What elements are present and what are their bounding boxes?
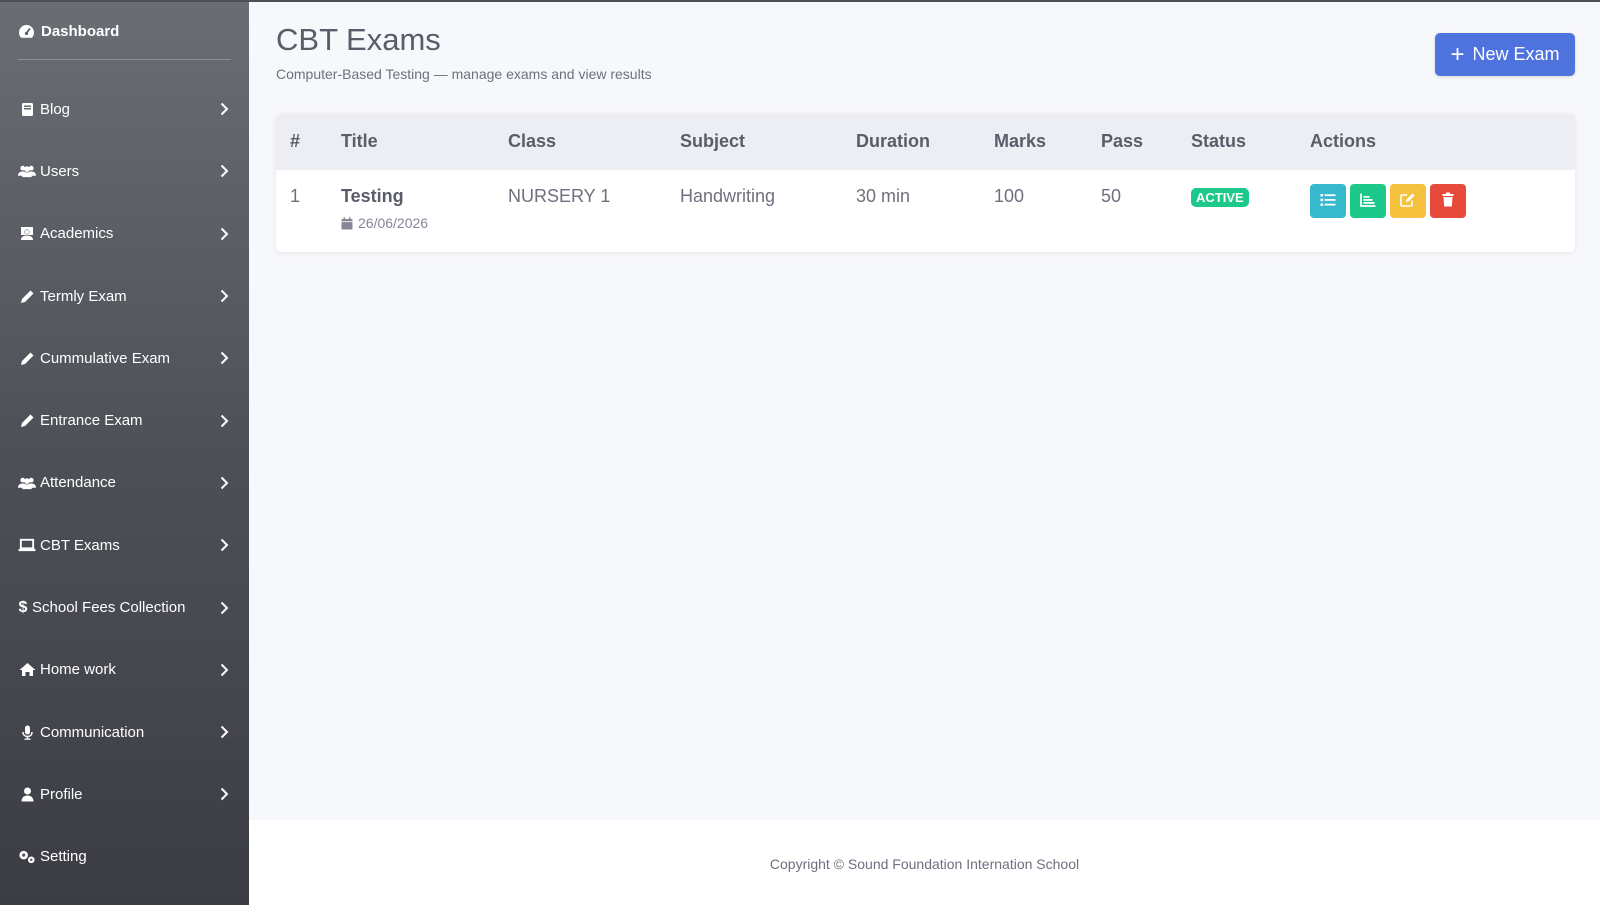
chevron-right-icon <box>220 476 229 490</box>
pencil-icon <box>18 351 36 366</box>
view-questions-button[interactable] <box>1310 184 1346 218</box>
sidebar-item-blog[interactable]: Blog <box>0 78 249 140</box>
plus-icon: + <box>1450 40 1465 68</box>
chevron-right-icon <box>220 787 229 801</box>
chevron-right-icon <box>220 227 229 241</box>
calendar-icon <box>341 216 353 230</box>
sidebar-item-label: Cummulative Exam <box>40 349 171 367</box>
dollar-icon: $ <box>18 598 28 616</box>
dashboard-icon <box>18 24 35 39</box>
home-icon <box>18 662 36 677</box>
sidebar-item-label: Academics <box>40 225 114 243</box>
footer: Copyright © Sound Foundation Internation… <box>249 820 1600 905</box>
chevron-right-icon <box>220 164 229 178</box>
book-icon <box>18 102 36 117</box>
chevron-right-icon <box>220 663 229 677</box>
new-exam-button-label: New Exam <box>1472 44 1560 64</box>
row-actions <box>1310 184 1466 218</box>
user-icon <box>18 787 36 802</box>
sidebar-item-profile[interactable]: Profile <box>0 763 249 825</box>
sidebar-item-label: School Fees Collection <box>32 599 186 617</box>
sidebar-item-school-fees-collection[interactable]: $ School Fees Collection <box>0 576 249 638</box>
sidebar-item-cbt-exams[interactable]: CBT Exams <box>0 514 249 576</box>
sidebar-item-label: Profile <box>40 785 83 803</box>
page-title: CBT Exams <box>276 22 441 57</box>
cell-pass: 50 <box>1101 186 1122 206</box>
copyright-text: Copyright © Sound Foundation Internation… <box>769 855 1080 872</box>
edit-exam-button[interactable] <box>1390 184 1426 218</box>
sidebar-item-label: Communication <box>40 723 145 741</box>
sidebar-item-label: Entrance Exam <box>40 412 143 430</box>
sidebar-item-entrance-exam[interactable]: Entrance Exam <box>0 389 249 451</box>
cell-duration: 30 min <box>856 186 911 206</box>
chevron-right-icon <box>220 102 229 116</box>
cell-subject: Handwriting <box>680 186 776 206</box>
sidebar-item-label: CBT Exams <box>40 536 120 554</box>
microphone-icon <box>18 725 36 740</box>
column-header: # <box>290 131 301 151</box>
chevron-right-icon <box>220 725 229 739</box>
column-header: Pass <box>1101 131 1144 151</box>
column-header: Title <box>341 131 378 151</box>
sidebar-brand-dashboard[interactable]: Dashboard <box>0 2 249 60</box>
pencil-icon <box>18 413 36 428</box>
sidebar-item-cummulative-exam[interactable]: Cummulative Exam <box>0 327 249 389</box>
cell-class: NURSERY 1 <box>508 186 611 206</box>
chevron-right-icon <box>220 538 229 552</box>
users-icon <box>18 164 36 178</box>
main-content: CBT Exams Computer-Based Testing — manag… <box>249 2 1600 820</box>
sidebar-item-label: Users <box>40 162 80 180</box>
delete-exam-button[interactable] <box>1430 184 1466 218</box>
exams-table: # Title Class Subject Duration Marks Pas… <box>276 114 1575 252</box>
edit-icon <box>1400 191 1416 212</box>
view-results-button[interactable] <box>1350 184 1386 218</box>
exam-title: Testing <box>341 186 404 206</box>
chevron-right-icon <box>220 414 229 428</box>
sidebar-item-label: Home work <box>40 661 116 679</box>
sidebar-item-setting[interactable]: Setting <box>0 826 249 888</box>
table-header: # Title Class Subject Duration Marks Pas… <box>276 114 1575 170</box>
column-header: Class <box>508 131 557 151</box>
sidebar-item-communication[interactable]: Communication <box>0 701 249 763</box>
new-exam-button[interactable]: + New Exam <box>1435 33 1575 76</box>
cell-number: 1 <box>290 186 301 206</box>
cogs-icon <box>18 849 36 864</box>
status-badge: ACTIVE <box>1191 188 1249 207</box>
column-header: Actions <box>1310 131 1377 151</box>
chevron-right-icon <box>220 289 229 303</box>
cell-marks: 100 <box>994 186 1025 206</box>
questions-list-icon <box>1320 191 1336 212</box>
sidebar-item-termly-exam[interactable]: Termly Exam <box>0 265 249 327</box>
sidebar-item-home-work[interactable]: Home work <box>0 639 249 701</box>
teacher-icon <box>18 226 36 241</box>
sidebar-item-label: Setting <box>40 848 87 866</box>
sidebar-item-label: Termly Exam <box>40 287 127 305</box>
sidebar-item-attendance[interactable]: Attendance <box>0 452 249 514</box>
pencil-icon <box>18 289 36 304</box>
users-icon <box>18 476 36 490</box>
laptop-icon <box>18 538 36 552</box>
exam-date: 26/06/2026 <box>341 215 428 231</box>
column-header: Subject <box>680 131 746 151</box>
column-header: Duration <box>856 131 930 151</box>
sidebar: Dashboard Blog Users Academics Termly Ex… <box>0 2 249 905</box>
sidebar-brand-label: Dashboard <box>41 22 120 40</box>
chevron-right-icon <box>220 601 229 615</box>
column-header: Marks <box>994 131 1047 151</box>
chevron-right-icon <box>220 351 229 365</box>
sidebar-item-users[interactable]: Users <box>0 140 249 202</box>
delete-icon <box>1442 191 1454 212</box>
table-row: 1 Testing 26/06/2026 NURSERY 1 Handwriti… <box>276 170 1575 252</box>
sidebar-nav: Blog Users Academics Termly Exam Cummula… <box>0 78 249 888</box>
sidebar-item-academics[interactable]: Academics <box>0 203 249 265</box>
results-chart-icon <box>1360 191 1376 212</box>
sidebar-item-label: Blog <box>40 100 71 118</box>
page-subtitle: Computer-Based Testing — manage exams an… <box>276 66 652 82</box>
cell-title: Testing 26/06/2026 <box>341 186 428 231</box>
sidebar-item-label: Attendance <box>40 474 116 492</box>
column-header: Status <box>1191 131 1247 151</box>
exam-date-text: 26/06/2026 <box>358 215 429 231</box>
